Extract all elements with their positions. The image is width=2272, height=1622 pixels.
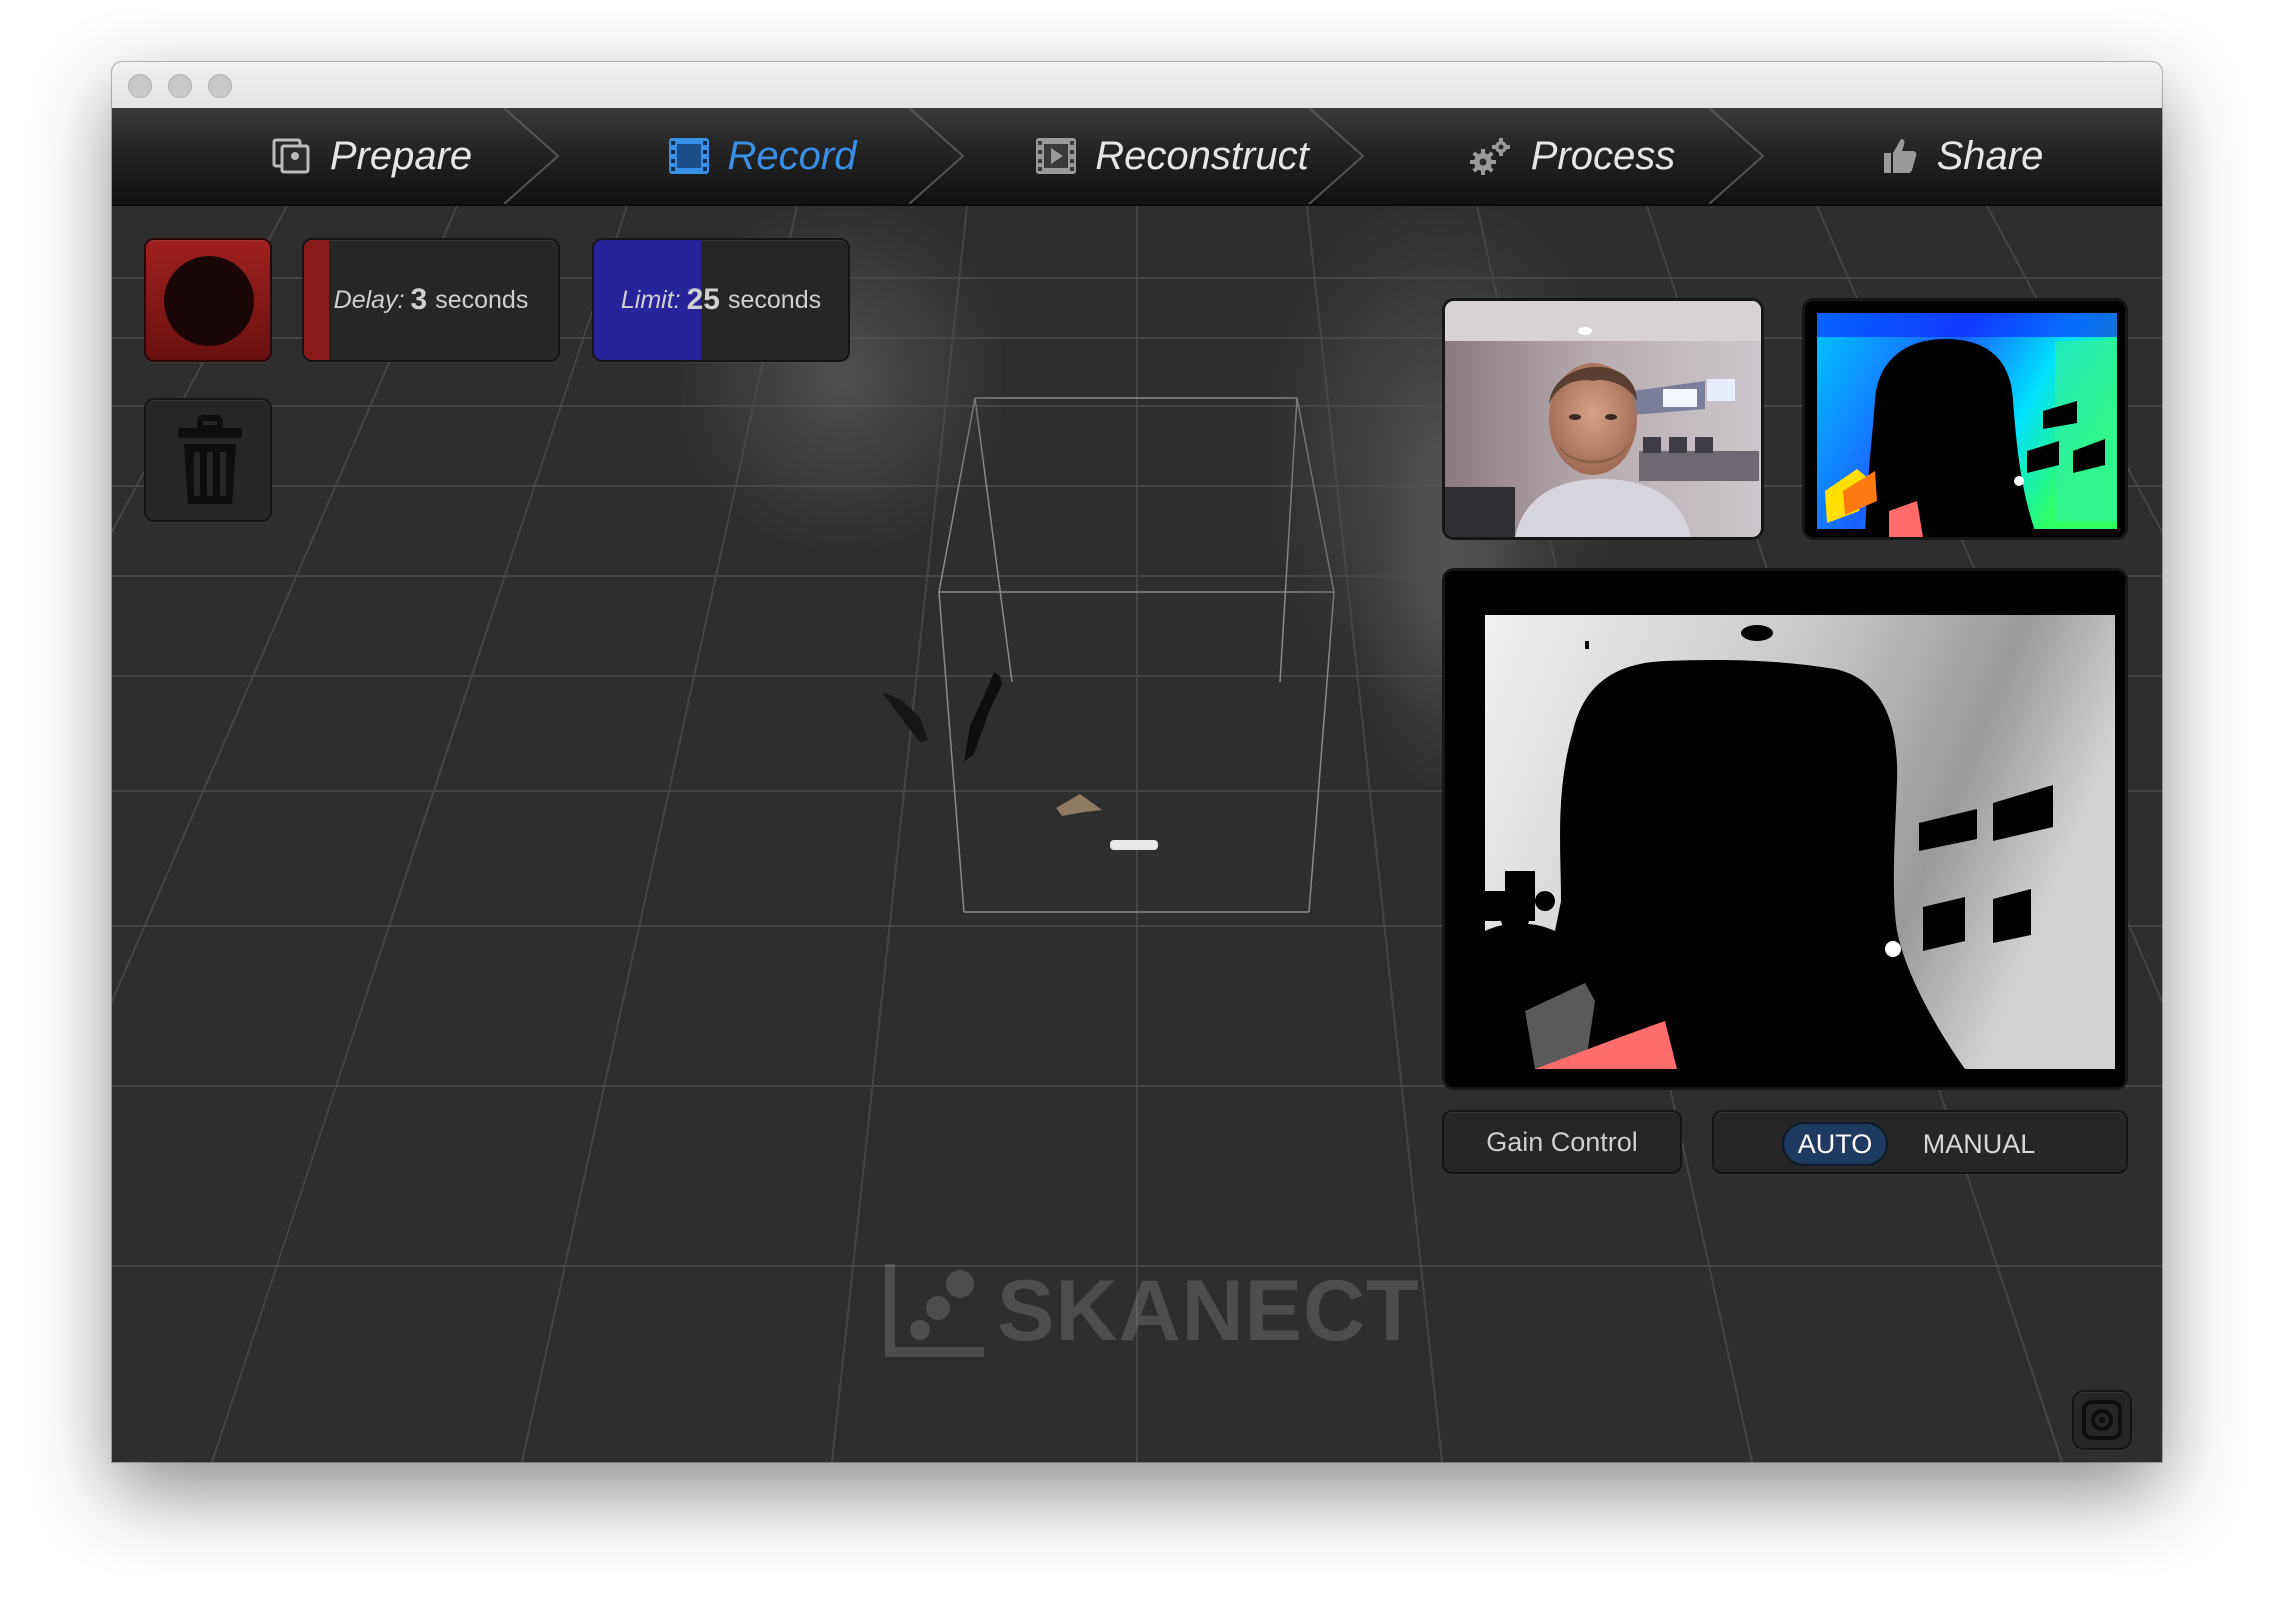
snapshot-button[interactable]	[2072, 1390, 2132, 1450]
depth-grayscale-preview	[1442, 568, 2128, 1090]
tab-process[interactable]: Process	[1412, 108, 1732, 204]
limit-unit: seconds	[727, 285, 822, 314]
gain-control-label: Gain Control	[1486, 1126, 1638, 1157]
limit-label: Limit:	[620, 285, 681, 314]
record-icon	[164, 256, 254, 346]
close-window-button[interactable]	[128, 74, 152, 98]
step-separator	[908, 108, 965, 204]
depth-color-preview	[1802, 298, 2128, 540]
delay-slider[interactable]: Delay: 3 seconds	[302, 238, 560, 362]
film-frame-icon	[668, 137, 710, 175]
tab-prepare[interactable]: Prepare	[222, 108, 522, 204]
delete-button[interactable]	[144, 398, 272, 522]
tab-reconstruct-label: Reconstruct	[1095, 133, 1309, 178]
tab-share[interactable]: Share	[1832, 108, 2092, 204]
record-button[interactable]	[144, 238, 272, 362]
limit-slider[interactable]: Limit: 25 seconds	[592, 238, 850, 362]
minimize-window-button[interactable]	[168, 74, 192, 98]
film-strip-icon	[1035, 137, 1077, 175]
skanect-logo-text: SKANECT	[997, 1263, 1420, 1359]
camera-snapshot-icon	[2082, 1400, 2122, 1440]
delay-label: Delay:	[333, 285, 405, 314]
viewport-3d[interactable]: Delay: 3 seconds Limit: 25 seconds Gain …	[112, 206, 2162, 1462]
tab-share-label: Share	[1936, 133, 2044, 178]
gain-mode-manual[interactable]: MANUAL	[1904, 1122, 2054, 1166]
tab-reconstruct[interactable]: Reconstruct	[992, 108, 1352, 204]
photos-icon	[272, 136, 312, 176]
skanect-logo-mark	[885, 1264, 984, 1357]
tab-record[interactable]: Record	[612, 108, 912, 204]
skanect-logo: SKANECT	[882, 1256, 1419, 1366]
tab-prepare-label: Prepare	[329, 133, 473, 178]
gears-icon	[1469, 136, 1513, 176]
workflow-nav: Prepare Record Reconstruct Process Share	[112, 108, 2162, 206]
tab-process-label: Process	[1530, 133, 1676, 178]
thumbs-up-icon	[1881, 137, 1919, 175]
title-bar	[112, 62, 2162, 109]
trash-icon	[178, 415, 242, 504]
gain-control-button[interactable]: Gain Control	[1442, 1110, 1682, 1174]
color-camera-preview	[1442, 298, 1764, 540]
app-window: Prepare Record Reconstruct Process Share	[112, 62, 2162, 1462]
delay-value: 3	[410, 283, 428, 316]
delay-unit: seconds	[435, 285, 529, 314]
zoom-window-button[interactable]	[208, 74, 232, 98]
gain-mode-auto[interactable]: AUTO	[1782, 1122, 1888, 1166]
tab-record-label: Record	[727, 133, 857, 178]
limit-value: 25	[686, 283, 720, 316]
gain-mode-toggle: AUTO MANUAL	[1712, 1110, 2128, 1174]
